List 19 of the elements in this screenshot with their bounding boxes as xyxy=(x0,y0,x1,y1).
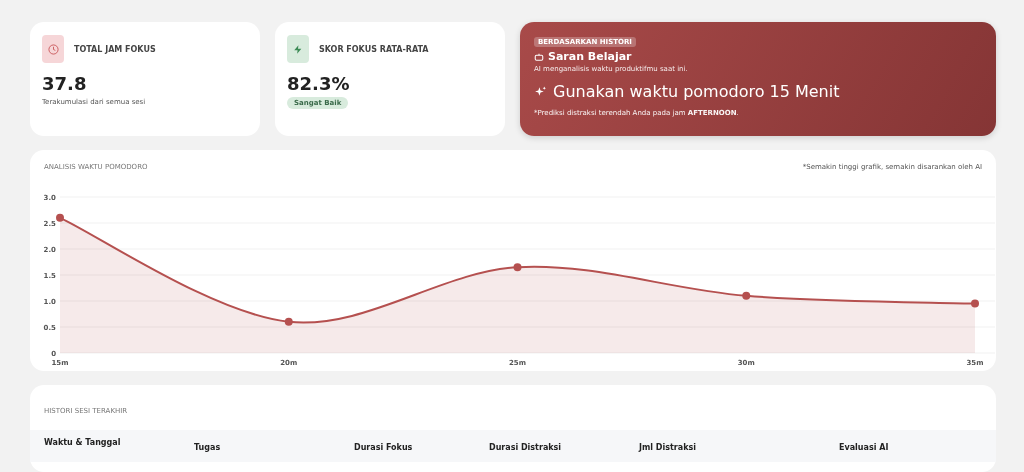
card-title: TOTAL JAM FOKUS xyxy=(74,44,156,54)
data-point xyxy=(971,299,979,308)
column-header: Durasi Fokus xyxy=(354,442,414,452)
column-header: Waktu & Tanggal xyxy=(44,437,122,449)
stat-value: 82.3% xyxy=(287,73,351,94)
data-point xyxy=(284,317,293,326)
data-point xyxy=(742,291,751,300)
column-header: Durasi Distraksi xyxy=(489,442,563,452)
card-title: SKOR FOKUS RATA-RATA xyxy=(319,44,429,54)
column-header: Evaluasi AI xyxy=(839,442,890,452)
suggestion-title: Saran Belajar xyxy=(548,50,632,63)
stat-value: 37.8 xyxy=(42,73,88,94)
data-point xyxy=(513,263,522,272)
lightning-icon xyxy=(293,43,303,55)
clock-icon xyxy=(47,43,59,55)
data-point xyxy=(56,213,64,222)
suggestion-headline: Gunakan waktu pomodoro 15 Menit xyxy=(553,82,840,101)
column-header: Tugas xyxy=(194,442,222,452)
column-header: Jml Distraksi xyxy=(639,442,697,452)
